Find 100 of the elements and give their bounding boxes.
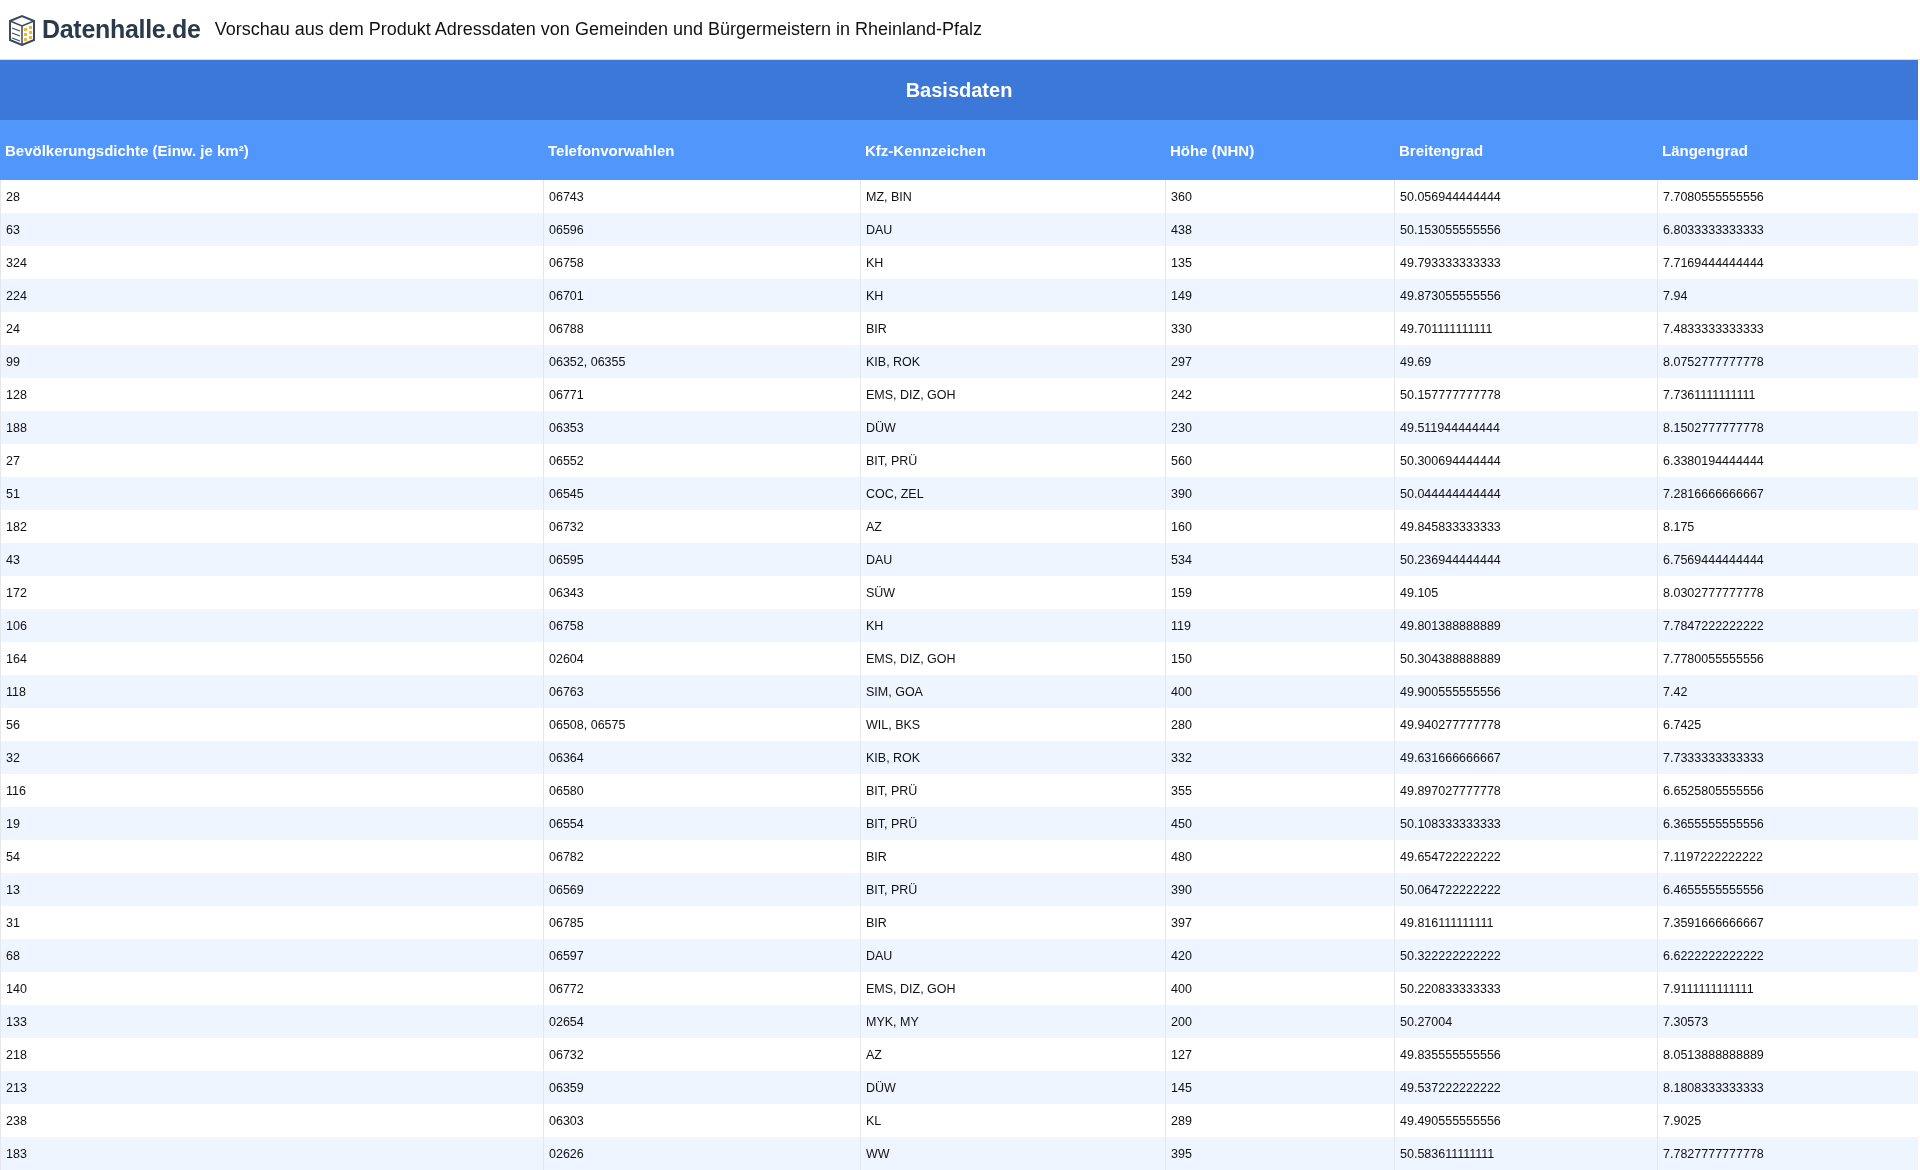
table-cell: 06758 (543, 609, 860, 642)
table-cell: COC, ZEL (860, 477, 1165, 510)
table-cell: 395 (1165, 1137, 1394, 1170)
table-cell: 145 (1165, 1071, 1394, 1104)
table-cell: 02654 (543, 1005, 860, 1038)
table-cell: 06364 (543, 741, 860, 774)
table-cell: 8.1808333333333 (1657, 1071, 1918, 1104)
page-title: Vorschau aus dem Produkt Adressdaten von Gemeinden und Bürgermeistern in Rheinland-Pfalz (214, 19, 983, 40)
table-cell: 06597 (543, 939, 860, 972)
table-cell: WW (860, 1137, 1165, 1170)
table-cell: 7.42 (1657, 675, 1918, 708)
table-cell: 50.044444444444 (1394, 477, 1657, 510)
table-cell: 06554 (543, 807, 860, 840)
table-cell: DÜW (860, 1071, 1165, 1104)
table-cell: 200 (1165, 1005, 1394, 1038)
table-cell: 390 (1165, 873, 1394, 906)
table-cell: KIB, ROK (860, 345, 1165, 378)
table-cell: 149 (1165, 279, 1394, 312)
table-cell: 06569 (543, 873, 860, 906)
table-cell: 400 (1165, 675, 1394, 708)
table-cell: DAU (860, 543, 1165, 576)
table-cell: 19 (0, 807, 543, 840)
table-cell: 6.3655555555556 (1657, 807, 1918, 840)
table-cell: 51 (0, 477, 543, 510)
table-cell: 119 (1165, 609, 1394, 642)
table-cell: 13 (0, 873, 543, 906)
table-cell: 50.153055555556 (1394, 213, 1657, 246)
table-cell: 06353 (543, 411, 860, 444)
table-cell: 50.322222222222 (1394, 939, 1657, 972)
table-cell: 49.511944444444 (1394, 411, 1657, 444)
table-cell: 183 (0, 1137, 543, 1170)
table-cell: 49.873055555556 (1394, 279, 1657, 312)
table-cell: MYK, MY (860, 1005, 1165, 1038)
table-cell: KIB, ROK (860, 741, 1165, 774)
table-cell: 06595 (543, 543, 860, 576)
table-cell: 49.537222222222 (1394, 1071, 1657, 1104)
table-cell: 49.801388888889 (1394, 609, 1657, 642)
logo-text[interactable]: Datenhalle.de (42, 15, 201, 44)
table-cell: 68 (0, 939, 543, 972)
table-cell: DAU (860, 213, 1165, 246)
column-header: Telefonvorwahlen (543, 120, 860, 180)
table-cell: 63 (0, 213, 543, 246)
column-header: Längengrad (1657, 120, 1918, 180)
table-cell: 50.583611111111 (1394, 1137, 1657, 1170)
table-cell: 8.0752777777778 (1657, 345, 1918, 378)
table-cell: 6.7569444444444 (1657, 543, 1918, 576)
table-cell: 7.94 (1657, 279, 1918, 312)
table-cell: 49.900555555556 (1394, 675, 1657, 708)
table-cell: 230 (1165, 411, 1394, 444)
table-cell: 50.236944444444 (1394, 543, 1657, 576)
table-cell: DAU (860, 939, 1165, 972)
table-cell: 213 (0, 1071, 543, 1104)
table-cell: 06701 (543, 279, 860, 312)
column-header: Bevölkerungsdichte (Einw. je km²) (0, 120, 543, 180)
table-cell: 06352, 06355 (543, 345, 860, 378)
table-cell: 6.8033333333333 (1657, 213, 1918, 246)
table-cell: 6.4655555555556 (1657, 873, 1918, 906)
table-cell: 02626 (543, 1137, 860, 1170)
table-cell: 332 (1165, 741, 1394, 774)
table-cell: KH (860, 279, 1165, 312)
table-cell: BIT, PRÜ (860, 807, 1165, 840)
table-cell: 297 (1165, 345, 1394, 378)
table-cell: 06545 (543, 477, 860, 510)
table-cell: 7.2816666666667 (1657, 477, 1918, 510)
table-cell: 6.6222222222222 (1657, 939, 1918, 972)
table-cell: 118 (0, 675, 543, 708)
column-header: Höhe (NHN) (1165, 120, 1394, 180)
table-group-header: Basisdaten (0, 60, 1918, 120)
table-cell: SIM, GOA (860, 675, 1165, 708)
table-cell: 450 (1165, 807, 1394, 840)
table-cell: 420 (1165, 939, 1394, 972)
table-cell: 50.27004 (1394, 1005, 1657, 1038)
table-cell: 06359 (543, 1071, 860, 1104)
table-cell: 7.7847222222222 (1657, 609, 1918, 642)
table-cell: 50.108333333333 (1394, 807, 1657, 840)
table-cell: 49.69 (1394, 345, 1657, 378)
table-cell: 188 (0, 411, 543, 444)
database-logo-icon (6, 13, 38, 46)
table-cell: 390 (1165, 477, 1394, 510)
table-cell: 133 (0, 1005, 543, 1038)
table-cell: KH (860, 609, 1165, 642)
table-cell: 49.631666666667 (1394, 741, 1657, 774)
table-cell: 50.064722222222 (1394, 873, 1657, 906)
table-cell: DÜW (860, 411, 1165, 444)
table-cell: 06596 (543, 213, 860, 246)
table-cell: 224 (0, 279, 543, 312)
table-cell: 06763 (543, 675, 860, 708)
table-cell: 99 (0, 345, 543, 378)
table-cell: 7.7827777777778 (1657, 1137, 1918, 1170)
table-cell: 438 (1165, 213, 1394, 246)
table-cell: 7.7333333333333 (1657, 741, 1918, 774)
table-cell: 7.30573 (1657, 1005, 1918, 1038)
column-header: Kfz-Kennzeichen (860, 120, 1165, 180)
table-cell: BIT, PRÜ (860, 873, 1165, 906)
column-header: Breitengrad (1394, 120, 1657, 180)
table-cell: 8.1502777777778 (1657, 411, 1918, 444)
table-cell: 43 (0, 543, 543, 576)
table-cell: 32 (0, 741, 543, 774)
table-cell: 106 (0, 609, 543, 642)
table-cell: 534 (1165, 543, 1394, 576)
